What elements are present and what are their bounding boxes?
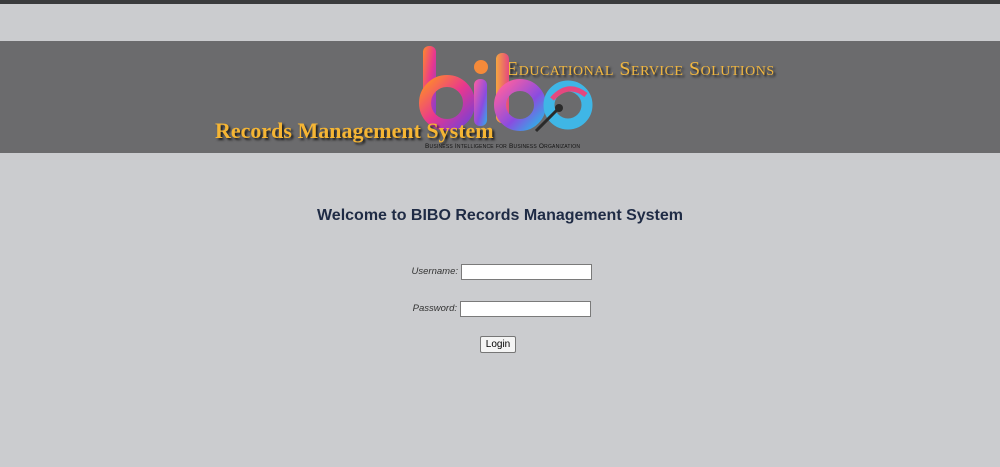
username-label: Username: (411, 266, 458, 277)
username-row: Username: (400, 264, 600, 281)
username-input[interactable] (461, 264, 592, 280)
password-label: Password: (412, 303, 457, 314)
header-banner: Educational Service Solutions Records Ma… (0, 41, 1000, 153)
browser-top-strip (0, 0, 1000, 4)
login-button[interactable]: Login (480, 336, 516, 353)
welcome-heading: Welcome to BIBO Records Management Syste… (316, 207, 684, 224)
banner-sub-tagline: Business Intelligence for Business Organ… (425, 143, 581, 150)
banner-system-name: Records Management System (215, 118, 494, 143)
password-input[interactable] (460, 301, 591, 317)
password-row: Password: (400, 301, 600, 318)
